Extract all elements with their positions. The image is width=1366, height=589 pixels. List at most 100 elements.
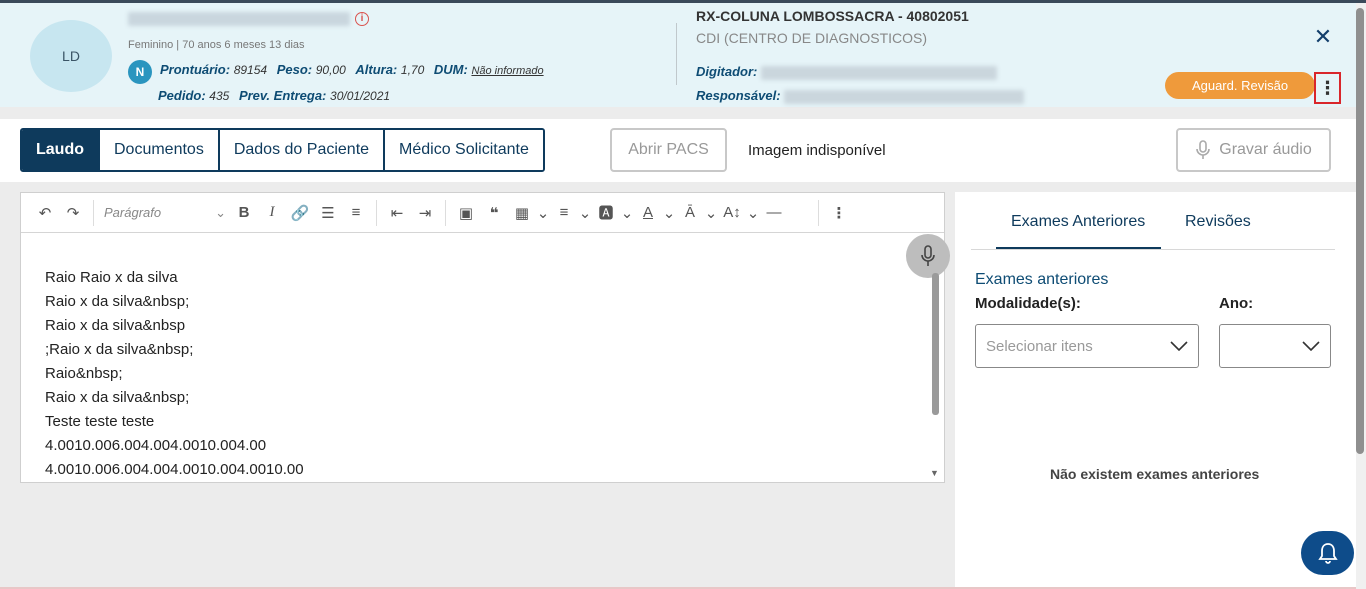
editor-line: Raio x da silva&nbsp; — [45, 293, 190, 310]
bullet-list-icon[interactable]: ☰ — [314, 204, 342, 222]
entrega-label: Prev. Entrega: — [238, 88, 327, 103]
editor-scrollbar[interactable] — [932, 273, 939, 415]
chevron-down-icon[interactable]: ⌄ — [620, 204, 634, 222]
digitador-label: Digitador: — [696, 64, 758, 79]
modalidade-label: Modalidade(s): — [975, 295, 1081, 312]
status-badge: Aguard. Revisão — [1165, 72, 1315, 99]
editor-content[interactable]: Raio Raio x da silva Raio x da silva&nbs… — [45, 266, 304, 482]
tabs-divider — [971, 249, 1335, 250]
info-icon[interactable]: i — [355, 12, 369, 26]
chevron-down-icon — [1170, 341, 1188, 351]
tab-medico-solicitante[interactable]: Médico Solicitante — [385, 130, 543, 170]
outdent-icon[interactable]: ⇤ — [383, 204, 411, 222]
pedido-label: Pedido: — [158, 88, 206, 103]
ano-select[interactable] — [1219, 324, 1331, 368]
chevron-down-icon[interactable]: ⌄ — [704, 204, 718, 222]
italic-icon[interactable]: I — [258, 204, 286, 221]
prontuario-value: 89154 — [233, 63, 268, 77]
toolbar-separator — [818, 199, 819, 226]
modalidade-placeholder: Selecionar itens — [986, 337, 1093, 355]
tab-exames-anteriores[interactable]: Exames Anteriores — [1011, 213, 1145, 231]
header-divider — [676, 23, 677, 85]
indent-icon[interactable]: ⇥ — [411, 204, 439, 222]
more-vertical-icon[interactable]: ⋮ — [825, 204, 853, 222]
editor-line: Raio x da silva&nbsp — [45, 317, 186, 334]
font-color-icon[interactable]: A — [634, 204, 662, 221]
chevron-down-icon — [1302, 341, 1320, 351]
peso-label: Peso: — [276, 62, 313, 77]
toolbar-separator — [376, 199, 377, 226]
paragraph-style-value: Parágrafo — [104, 204, 162, 220]
editor-toolbar: ↶ ↷ Parágrafo ⌄ B I 🔗 ☰ ≡ ⇤ ⇥ ▣ ❝ ▦ ⌄ ≡ … — [21, 193, 944, 233]
responsavel-label: Responsável: — [696, 88, 781, 103]
font-family-icon[interactable]: Ā — [676, 204, 704, 221]
more-vertical-icon[interactable]: ⋮ — [1314, 72, 1341, 104]
patient-info-row-2: Pedido: 435 Prev. Entrega: 30/01/2021 — [158, 88, 396, 103]
font-size-icon[interactable]: A↕ — [718, 204, 746, 221]
editor-line: Raio x da silva&nbsp; — [45, 389, 190, 406]
dum-label: DUM: — [433, 62, 468, 77]
numbered-list-icon[interactable]: ≡ — [342, 204, 370, 221]
chevron-down-icon[interactable]: ⌄ — [746, 204, 760, 222]
notifications-button[interactable] — [1301, 531, 1354, 575]
patient-demographics: Feminino | 70 anos 6 meses 13 dias — [128, 39, 305, 51]
patient-name-redacted — [128, 12, 350, 26]
tab-revisoes[interactable]: Revisões — [1185, 213, 1251, 231]
empty-message: Não existem exames anteriores — [1050, 466, 1260, 482]
horizontal-line-icon[interactable]: — — [760, 204, 788, 221]
editor-line: 4.0010.006.004.004.0010.004.0010.00 — [45, 461, 304, 478]
record-audio-label: Gravar áudio — [1219, 141, 1312, 158]
undo-icon[interactable]: ↶ — [31, 204, 59, 222]
image-status: Imagem indisponível — [748, 142, 886, 159]
chevron-down-icon[interactable]: ⌄ — [662, 204, 676, 222]
exam-unit: CDI (CENTRO DE DIAGNOSTICOS) — [696, 30, 928, 46]
prontuario-label: Prontuário: — [160, 62, 231, 77]
modalidade-select[interactable]: Selecionar itens — [975, 324, 1199, 368]
chevron-down-icon[interactable]: ⌄ — [578, 204, 592, 222]
toolbar-separator — [445, 199, 446, 226]
peso-value: 90,00 — [315, 63, 346, 77]
section-title: Exames anteriores — [975, 271, 1109, 288]
pedido-value: 435 — [209, 89, 230, 103]
blockquote-icon[interactable]: ❝ — [480, 204, 508, 222]
open-pacs-button[interactable]: Abrir PACS — [610, 128, 727, 172]
chevron-down-icon[interactable]: ⌄ — [536, 204, 550, 222]
tab-documentos[interactable]: Documentos — [100, 130, 220, 170]
ano-label: Ano: — [1219, 295, 1254, 312]
editor-line: Raio Raio x da silva — [45, 269, 178, 286]
dictation-button[interactable] — [906, 234, 950, 278]
responsavel-row: Responsável: — [696, 88, 1025, 104]
tab-dados-paciente[interactable]: Dados do Paciente — [219, 130, 386, 170]
previous-exams-panel: Exames Anteriores Revisões Exames anteri… — [955, 192, 1356, 589]
digitador-name-redacted — [761, 65, 998, 80]
editor-line: 4.0010.006.004.004.0010.004.00 — [45, 437, 267, 454]
page-scrollbar[interactable] — [1356, 8, 1364, 454]
microphone-icon — [921, 245, 935, 266]
redo-icon[interactable]: ↷ — [59, 204, 87, 222]
align-icon[interactable]: ≡ — [550, 204, 578, 221]
record-audio-button[interactable]: Gravar áudio — [1176, 128, 1331, 172]
microphone-icon — [1196, 140, 1211, 159]
active-tab-indicator — [996, 247, 1161, 249]
altura-value: 1,70 — [400, 63, 425, 77]
close-icon[interactable]: ✕ — [1312, 26, 1334, 49]
bold-icon[interactable]: B — [230, 204, 258, 221]
digitador-row: Digitador: — [696, 64, 998, 80]
image-upload-icon[interactable]: ▣ — [452, 204, 480, 222]
report-editor: ↶ ↷ Parágrafo ⌄ B I 🔗 ☰ ≡ ⇤ ⇥ ▣ ❝ ▦ ⌄ ≡ … — [20, 192, 950, 483]
link-icon[interactable]: 🔗 — [286, 204, 314, 222]
table-icon[interactable]: ▦ — [508, 204, 536, 222]
editor-line: Raio&nbsp; — [45, 365, 123, 382]
report-tabs: Laudo Documentos Dados do Paciente Médic… — [20, 128, 545, 172]
dum-value-link[interactable]: Não informado — [471, 65, 543, 77]
avatar: LD — [30, 20, 112, 92]
chevron-down-icon: ⌄ — [215, 204, 226, 220]
editor-line: ;Raio x da silva&nbsp; — [45, 341, 194, 358]
scroll-down-arrow-icon[interactable]: ▼ — [930, 468, 939, 478]
patient-badge: N — [128, 60, 152, 84]
editor-line: Teste teste teste — [45, 413, 155, 430]
paragraph-style-select[interactable]: Parágrafo ⌄ — [100, 205, 230, 221]
tab-laudo[interactable]: Laudo — [22, 130, 100, 170]
toolbar-separator — [93, 199, 94, 226]
highlight-icon[interactable]: 🅰 — [592, 202, 620, 223]
